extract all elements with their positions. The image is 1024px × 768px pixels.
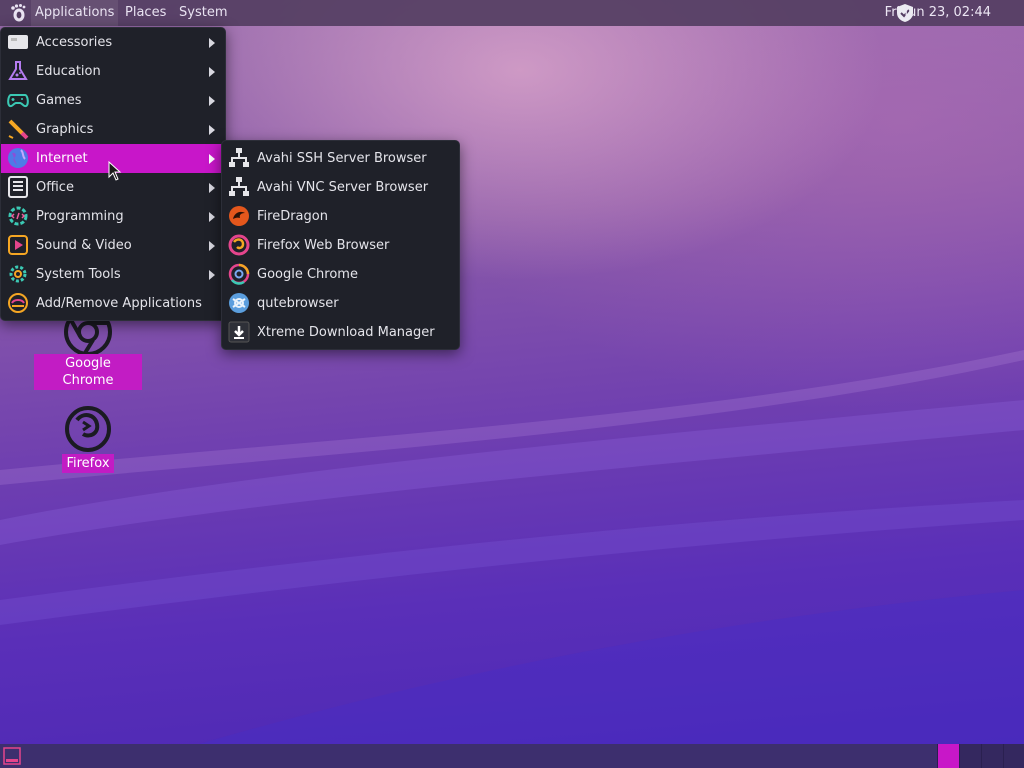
sound-video-icon [8, 235, 28, 255]
places-menu-button[interactable]: Places [121, 0, 170, 26]
menu-item-programming[interactable]: Programming [1, 202, 225, 231]
firefox-icon [228, 234, 250, 256]
firedragon-icon [229, 206, 249, 226]
menu-item-accessories[interactable]: Accessories [1, 28, 225, 57]
submenu-item-avahi-ssh[interactable]: Avahi SSH Server Browser [222, 144, 459, 173]
desktop-icon-chrome[interactable]: Google Chrome [34, 310, 142, 390]
submenu-item-firefox[interactable]: Firefox Web Browser [222, 231, 459, 260]
add-remove-icon [8, 293, 28, 313]
menu-item-graphics[interactable]: Graphics [1, 115, 225, 144]
top-panel: Applications Places System Fri Jun 23, 0… [0, 0, 1024, 26]
menu-item-add-remove[interactable]: Add/Remove Applications [1, 289, 225, 318]
submenu-item-xdm[interactable]: Xtreme Download Manager [222, 318, 459, 347]
workspace-1[interactable] [937, 744, 959, 768]
workspace-3[interactable] [981, 744, 1003, 768]
network-icon [229, 148, 249, 167]
system-tools-icon [9, 265, 27, 283]
workspace-4[interactable] [1003, 744, 1024, 768]
submenu-arrow-icon [209, 212, 215, 222]
desktop-icon-firefox[interactable]: Firefox [54, 404, 122, 473]
submenu-item-qutebrowser[interactable]: qutebrowser [222, 289, 459, 318]
office-icon [8, 176, 28, 198]
qutebrowser-icon [229, 293, 249, 313]
workspace-2[interactable] [959, 744, 981, 768]
menu-item-education[interactable]: Education [1, 57, 225, 86]
submenu-arrow-icon [209, 183, 215, 193]
submenu-arrow-icon [209, 270, 215, 280]
submenu-item-firedragon[interactable]: FireDragon [222, 202, 459, 231]
internet-icon [8, 148, 28, 168]
firefox-icon [65, 406, 111, 452]
programming-icon [8, 206, 28, 226]
menu-item-sound-video[interactable]: Sound & Video [1, 231, 225, 260]
graphics-icon [8, 119, 29, 140]
download-icon [228, 321, 250, 343]
applications-menu-button[interactable]: Applications [31, 0, 119, 26]
internet-submenu: Avahi SSH Server Browser Avahi VNC Serve… [221, 140, 460, 350]
submenu-arrow-icon [209, 241, 215, 251]
submenu-arrow-icon [209, 38, 215, 48]
network-icon [229, 177, 249, 196]
bottom-panel [0, 744, 1024, 768]
submenu-item-avahi-vnc[interactable]: Avahi VNC Server Browser [222, 173, 459, 202]
education-icon [8, 61, 28, 80]
submenu-arrow-icon [209, 96, 215, 106]
show-desktop-icon[interactable] [3, 747, 21, 765]
games-icon [7, 94, 29, 108]
gnome-foot-icon[interactable] [8, 3, 28, 23]
submenu-arrow-icon [209, 67, 215, 77]
menu-item-system-tools[interactable]: System Tools [1, 260, 225, 289]
chrome-icon [228, 263, 250, 285]
desktop-icon-label[interactable]: Firefox [62, 454, 114, 473]
mouse-cursor-icon [108, 161, 122, 181]
submenu-arrow-icon [209, 154, 215, 164]
clock[interactable]: Fri Jun 23, 02:44 [885, 0, 991, 26]
menu-item-games[interactable]: Games [1, 86, 225, 115]
accessories-icon [8, 35, 28, 49]
system-menu-button[interactable]: System [175, 0, 231, 26]
submenu-item-chrome[interactable]: Google Chrome [222, 260, 459, 289]
submenu-arrow-icon [209, 125, 215, 135]
desktop-icon-label[interactable]: Google Chrome [34, 354, 142, 390]
